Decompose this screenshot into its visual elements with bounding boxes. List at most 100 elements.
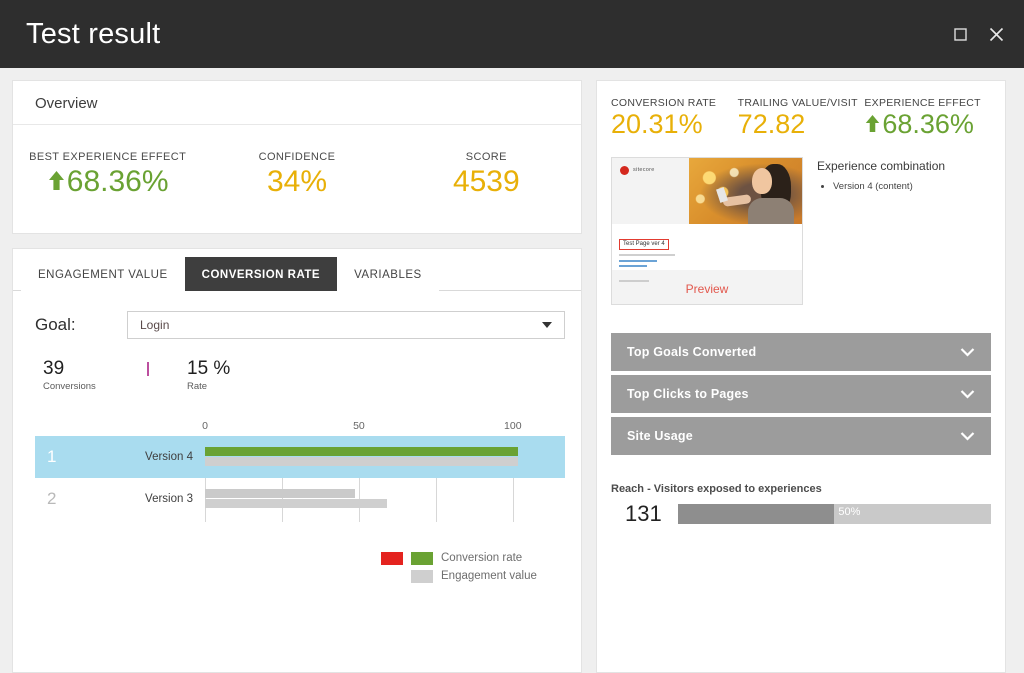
combination-row: sitecore Test Page ver 4 Preview Experie… <box>611 156 991 305</box>
rstat-label: EXPERIENCE EFFECT <box>864 97 981 109</box>
right-stats: CONVERSION RATE 20.31% TRAILING VALUE/VI… <box>611 93 991 151</box>
experience-detail-card: CONVERSION RATE 20.31% TRAILING VALUE/VI… <box>596 80 1006 673</box>
accordion-group: Top Goals Converted Top Clicks to Pages … <box>611 332 991 455</box>
thumbnail-subtext <box>619 253 675 256</box>
legend-swatch-green <box>411 551 433 565</box>
table-row[interactable]: 1 Version 4 <box>35 435 565 478</box>
accordion-label: Site Usage <box>627 428 693 443</box>
legend-swatch-grey <box>411 569 433 583</box>
logo-dot <box>620 165 629 175</box>
stat-number: 68.36% <box>66 165 169 198</box>
stat-confidence: CONFIDENCE 34% <box>202 151 391 199</box>
combination-title: Experience combination <box>817 158 946 173</box>
legend-item-conversion-rate: Conversion rate <box>381 551 561 565</box>
reach-title: Reach - Visitors exposed to experiences <box>611 482 822 495</box>
reach-section: Reach - Visitors exposed to experiences … <box>611 483 991 527</box>
tab-engagement-value[interactable]: ENGAGEMENT VALUE <box>21 257 185 291</box>
stat-best-experience-effect: BEST EXPERIENCE EFFECT 68.36% <box>13 151 202 199</box>
goal-row: Goal: Login <box>35 311 565 339</box>
reach-percent-label: 50% <box>838 505 861 518</box>
legend-label: Conversion rate <box>441 552 523 565</box>
reach-progress-bar: 50% <box>677 503 991 524</box>
thumbnail-content: Test Page ver 4 <box>612 223 802 270</box>
goal-selected-value: Login <box>140 318 170 332</box>
rstat-experience-effect: EXPERIENCE EFFECT 68.36% <box>864 97 991 141</box>
row-bars <box>205 436 565 478</box>
window-controls <box>950 24 1006 44</box>
accordion-label: Top Clicks to Pages <box>627 386 749 401</box>
chart-plot-area: 1 Version 4 2 Version 3 <box>35 435 565 538</box>
bar-conversion-rate <box>205 446 519 456</box>
arrow-up-icon <box>47 166 66 199</box>
rstat-label: CONVERSION RATE <box>611 97 717 109</box>
close-icon[interactable] <box>986 24 1006 44</box>
thumbnail-page-heading: Test Page ver 4 <box>619 238 669 250</box>
chevron-down-icon <box>542 322 552 328</box>
legend-item-engagement-value: Engagement value <box>381 569 561 583</box>
thumbnail-footer <box>612 270 802 282</box>
bar-engagement-value <box>205 498 387 508</box>
logo-text: sitecore <box>633 167 655 174</box>
legend-swatch-red <box>381 551 403 565</box>
rstat-value: 72.82 <box>737 109 806 139</box>
reach-progress-fill <box>677 503 835 524</box>
row-label: Version 4 <box>145 450 193 463</box>
overview-heading: Overview <box>13 81 581 125</box>
accordion-site-usage[interactable]: Site Usage <box>611 416 991 455</box>
rstat-value: 20.31% <box>611 109 703 139</box>
rstat-number: 68.36% <box>882 109 974 139</box>
metrics-card: ENGAGEMENT VALUE CONVERSION RATE VARIABL… <box>12 248 582 673</box>
goal-label: Goal: <box>35 315 76 334</box>
rstat-value: 68.36% <box>864 109 991 141</box>
row-rank: 1 <box>47 446 57 466</box>
list-item: Version 4 (content) <box>833 180 991 194</box>
stat-value: 68.36% <box>13 165 202 199</box>
hero-image <box>689 157 802 224</box>
thumbnail-header: sitecore <box>612 157 802 224</box>
accordion-label: Top Goals Converted <box>627 344 757 359</box>
accordion-top-clicks-to-pages[interactable]: Top Clicks to Pages <box>611 374 991 413</box>
stat-score: SCORE 4539 <box>392 151 581 199</box>
right-column: CONVERSION RATE 20.31% TRAILING VALUE/VI… <box>596 80 1006 673</box>
legend-label: Engagement value <box>441 570 537 583</box>
chevron-down-icon <box>960 347 975 357</box>
row-rank: 2 <box>47 488 57 508</box>
preview-overlay-label[interactable]: Preview <box>612 282 802 296</box>
tab-panel-conversion-rate: Goal: Login 39 Conversions 15 % Rate 0 5… <box>13 291 581 672</box>
stat-label: CONFIDENCE <box>258 151 336 163</box>
bar-engagement-value <box>205 456 519 466</box>
kpi-caption: Conversions <box>43 380 96 392</box>
axis-tick-label: 0 <box>202 419 208 432</box>
axis-tick-label: 50 <box>353 419 365 432</box>
goal-select[interactable]: Login <box>127 311 565 339</box>
maximize-icon[interactable] <box>950 24 970 44</box>
table-row[interactable]: 2 Version 3 <box>35 478 565 520</box>
window-titlebar: Test result <box>0 0 1024 68</box>
tab-variables[interactable]: VARIABLES <box>337 257 439 291</box>
tab-bar: ENGAGEMENT VALUE CONVERSION RATE VARIABL… <box>13 249 581 291</box>
rstat-trailing-value-visit: TRAILING VALUE/VISIT 72.82 <box>738 97 865 141</box>
sitecore-logo-icon: sitecore <box>620 165 655 175</box>
row-label: Version 3 <box>145 492 193 505</box>
page-body: Overview BEST EXPERIENCE EFFECT 68.36% C… <box>0 68 1024 673</box>
versions-bar-chart: 0 50 100 1 Version 4 2 Version 3 Convers… <box>35 420 565 583</box>
hero-body <box>747 197 794 224</box>
stat-value: 4539 <box>452 165 520 198</box>
kpi-row: 39 Conversions 15 % Rate <box>35 359 565 392</box>
tab-conversion-rate[interactable]: CONVERSION RATE <box>184 257 338 291</box>
rstat-label: TRAILING VALUE/VISIT <box>737 97 858 109</box>
combination-list: Version 4 (content) <box>817 180 991 194</box>
arrow-up-icon <box>864 111 881 141</box>
page-title: Test result <box>26 17 161 50</box>
page-preview-thumbnail[interactable]: sitecore Test Page ver 4 Preview <box>611 156 803 305</box>
kpi-divider <box>147 362 149 376</box>
left-column: Overview BEST EXPERIENCE EFFECT 68.36% C… <box>12 80 582 673</box>
row-bars <box>205 478 565 520</box>
chart-legend: Conversion rate Engagement value <box>35 551 565 583</box>
accordion-top-goals-converted[interactable]: Top Goals Converted <box>611 332 991 371</box>
rstat-conversion-rate: CONVERSION RATE 20.31% <box>611 97 738 141</box>
hero-face <box>752 168 773 195</box>
thumbnail-link <box>619 259 657 262</box>
axis-tick-label: 100 <box>504 419 522 432</box>
chevron-down-icon <box>960 389 975 399</box>
